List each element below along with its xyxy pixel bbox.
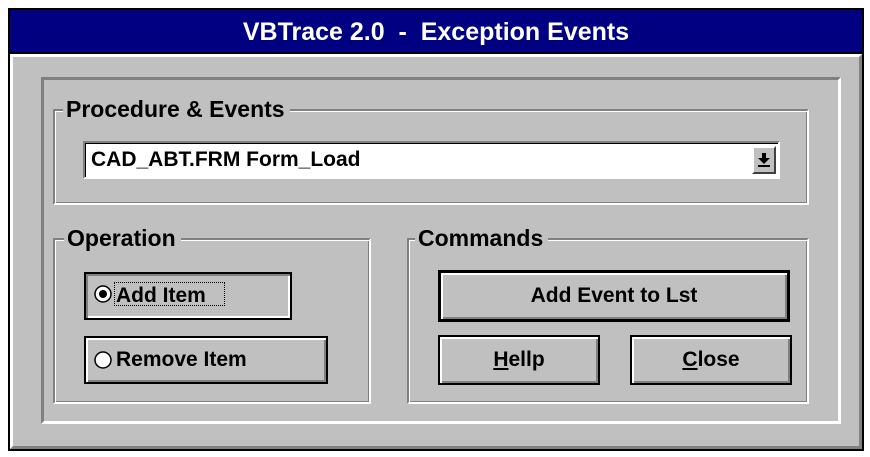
radio-remove-item[interactable]: Remove Item bbox=[84, 336, 328, 384]
add-event-button[interactable]: Add Event to Lst bbox=[438, 270, 790, 322]
dialog-window: VBTrace 2.0 - Exception Events Procedure… bbox=[8, 8, 864, 451]
combo-dropdown-button[interactable] bbox=[752, 146, 776, 174]
help-button[interactable]: Hellp bbox=[438, 335, 600, 385]
help-button-label: Hellp bbox=[493, 348, 545, 371]
radio-remove-item-label: Remove Item bbox=[116, 348, 247, 371]
procedure-events-label: Procedure & Events bbox=[63, 96, 290, 122]
operation-group: Operation Add Item Remove Item bbox=[53, 225, 371, 404]
radio-add-item-label: Add Item bbox=[116, 284, 206, 307]
commands-group: Commands Add Event to Lst Hellp Close bbox=[407, 225, 809, 404]
close-button[interactable]: Close bbox=[630, 335, 792, 385]
radio-add-item[interactable]: Add Item bbox=[84, 272, 292, 320]
procedure-events-group: Procedure & Events CAD_ABT.FRM Form_Load bbox=[53, 96, 809, 205]
add-event-button-label: Add Event to Lst bbox=[530, 284, 698, 307]
dropdown-arrow-icon bbox=[758, 153, 770, 167]
radio-unselected-icon bbox=[94, 351, 112, 369]
procedure-combo-value: CAD_ABT.FRM Form_Load bbox=[91, 148, 361, 171]
dialog-client-area: Procedure & Events CAD_ABT.FRM Form_Load… bbox=[10, 54, 862, 449]
close-button-label: Close bbox=[682, 348, 740, 371]
dialog-panel: Procedure & Events CAD_ABT.FRM Form_Load… bbox=[41, 77, 841, 424]
title-bar[interactable]: VBTrace 2.0 - Exception Events bbox=[10, 10, 862, 54]
window-title: VBTrace 2.0 - Exception Events bbox=[242, 18, 630, 46]
radio-selected-icon bbox=[94, 285, 112, 303]
procedure-combo[interactable]: CAD_ABT.FRM Form_Load bbox=[83, 141, 780, 179]
operation-label: Operation bbox=[64, 225, 181, 251]
commands-label: Commands bbox=[415, 225, 549, 251]
